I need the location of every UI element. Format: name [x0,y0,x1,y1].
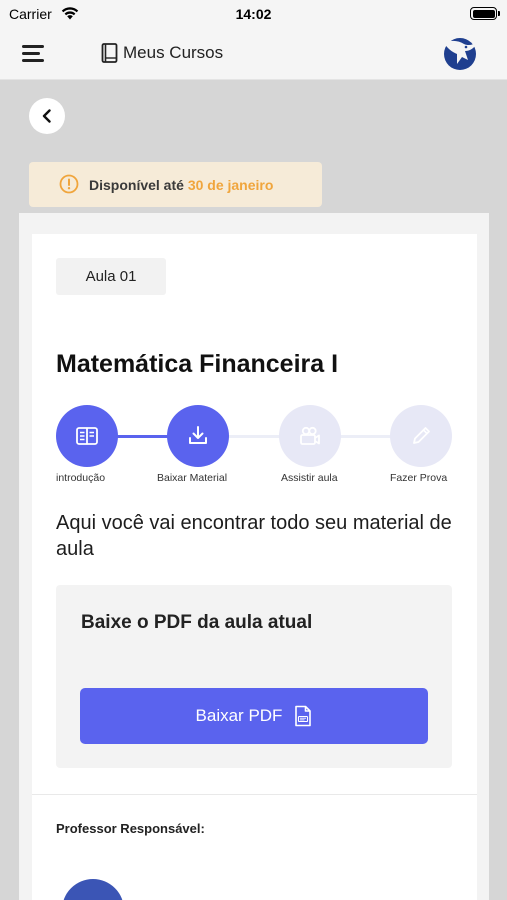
warning-circle-icon [59,174,79,194]
step-assistir-aula[interactable] [279,405,341,467]
download-pdf-button[interactable]: Baixar PDF [80,688,428,744]
step-introducao[interactable] [56,405,118,467]
step-label-fazer-prova: Fazer Prova [390,472,448,484]
pdf-file-icon [295,705,312,727]
step-baixar-material[interactable] [167,405,229,467]
book-open-icon [76,427,98,445]
download-icon [189,426,207,444]
back-button[interactable] [29,98,65,134]
step-label-introducao: introdução [56,472,106,484]
professor-label: Professor Responsável: [56,821,205,836]
availability-prefix: Disponível até [89,177,184,193]
pdf-heading: Baixe o PDF da aula atual [81,612,313,633]
availability-banner: Disponível até 30 de janeiro [29,162,322,207]
chevron-left-icon [42,109,51,123]
step-fazer-prova[interactable] [390,405,452,467]
course-title: Matemática Financeira I [56,350,339,378]
page-title[interactable]: Meus Cursos [123,43,223,63]
battery-icon [470,7,500,20]
lesson-description: Aqui você vai encontrar todo seu materia… [56,512,452,560]
availability-text: Disponível até 30 de janeiro [89,177,273,193]
status-bar: Carrier 14:02 [0,0,507,28]
step-label-baixar-material: Baixar Material [157,472,228,484]
pdf-download-card: Baixe o PDF da aula atual Baixar PDF [56,585,452,768]
video-camera-icon [300,426,320,445]
book-icon [101,43,118,63]
app-header: Meus Cursos [0,28,507,80]
pencil-icon [413,427,430,444]
hamburger-menu-icon[interactable] [22,45,44,62]
clock-time: 14:02 [235,6,272,22]
step-label-assistir-aula: Assistir aula [281,472,338,484]
download-pdf-label: Baixar PDF [195,706,283,725]
brand-logo-icon [444,38,477,70]
availability-date: 30 de janeiro [187,177,274,193]
lesson-badge: Aula 01 [56,258,166,295]
